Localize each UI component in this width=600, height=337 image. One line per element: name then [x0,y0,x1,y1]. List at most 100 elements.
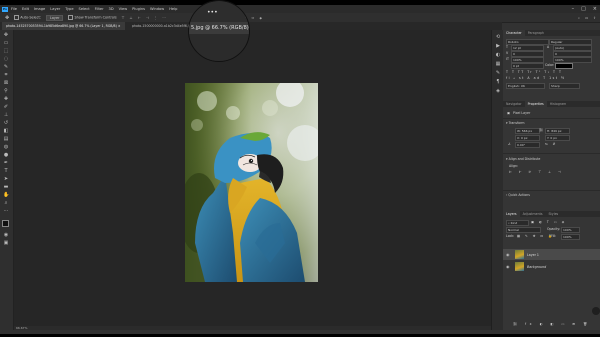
minimize-icon[interactable]: – [572,5,575,13]
crop-tool-icon[interactable]: ⌗ [3,72,9,78]
learn-panel-icon[interactable]: ◈ [495,88,501,94]
maximize-icon[interactable]: □ [581,5,586,13]
link-icon[interactable]: ⛓ [539,128,543,132]
quick-select-tool-icon[interactable]: ✎ [3,64,9,70]
move-tool-icon[interactable]: ✥ [3,32,9,38]
history-brush-tool-icon[interactable]: ↺ [3,120,9,126]
frame-tool-icon[interactable]: ⊠ [3,80,9,86]
menu-file[interactable]: File [11,7,17,11]
lock-icons[interactable]: ▦ ✎ ✥ ⊡ 🔒 [517,234,554,238]
tab-styles[interactable]: Styles [546,211,562,217]
eyedropper-tool-icon[interactable]: ⚲ [3,88,9,94]
stamp-tool-icon[interactable]: ⊥ [3,112,9,118]
artboard-tool-icon[interactable]: ▭ [3,40,9,46]
tab-histogram[interactable]: Histogram [547,101,570,107]
transform-section-header[interactable]: ▾ Transform [506,121,524,125]
align-buttons[interactable]: ⊫ ⊩ ⊪ ⊤ ⊥ ⊣ [509,170,564,174]
zoom-level[interactable]: 66.67% [16,326,27,330]
menu-filter[interactable]: Filter [95,7,104,11]
height-field[interactable]: H: 849 px [545,128,570,134]
more-options-icon[interactable]: ••• [207,9,218,16]
tab-properties[interactable]: Properties [524,101,547,107]
layer-name[interactable]: Layer 1 [527,253,539,257]
antialias-select[interactable]: Sharp [549,83,580,89]
y-field[interactable]: Y: 0 px [545,135,570,141]
eraser-tool-icon[interactable]: ◧ [3,128,9,134]
more-tools-icon[interactable]: ⋯ [3,208,9,214]
language-select[interactable]: English: UK [506,83,545,89]
type-tool-icon[interactable]: T [3,168,9,174]
layers-footer-buttons[interactable]: ⛓ fx ◐ ◧ ▭ ⊞ 🗑 [513,322,591,326]
quick-mask-icon[interactable]: ◉ [3,232,9,238]
quick-actions-header[interactable]: › Quick Actions [506,193,530,197]
tab-layers[interactable]: Layers [503,211,520,217]
lasso-tool-icon[interactable]: ◌ [3,56,9,62]
text-color-swatch[interactable] [555,63,573,69]
menu-3d[interactable]: 3D [109,7,114,11]
glyphs-panel-icon[interactable]: ¶ [495,79,501,85]
menu-type[interactable]: Type [65,7,73,11]
fill-field[interactable]: 100% [561,234,580,240]
zoom-tool-icon[interactable]: ⌕ [3,200,9,206]
baseline-shift-field[interactable]: 0 pt [511,63,544,69]
menu-help[interactable]: Help [169,7,177,11]
marquee-tool-icon[interactable]: ⬚ [3,48,9,54]
auto-select-checkbox[interactable] [14,15,20,20]
x-field[interactable]: X: 0 px [515,135,540,141]
blend-mode-select[interactable]: Normal [506,227,541,233]
screen-mode-icon[interactable]: ▣ [3,240,9,246]
gradient-tool-icon[interactable]: ▤ [3,136,9,142]
auto-select-dropdown[interactable]: Layer [45,14,64,21]
tab-navigator[interactable]: Navigator [503,101,525,107]
layer-name[interactable]: Background [527,265,546,269]
tab-adjustments[interactable]: Adjustments [520,211,546,217]
color-panel-icon[interactable]: ◐ [495,52,501,58]
brush-panel-icon[interactable]: ✎ [495,70,501,76]
menu-edit[interactable]: Edit [22,7,29,11]
tab-paragraph[interactable]: Paragraph [525,30,547,36]
share-icon[interactable]: ⇪ [593,16,596,20]
opentype-buttons[interactable]: fi ℴ st A ad T 1st ½ [506,76,566,80]
shape-tool-icon[interactable]: ▬ [3,184,9,190]
visibility-eye-icon[interactable]: ◉ [506,264,510,269]
menu-image[interactable]: Image [34,7,45,11]
swatches-panel-icon[interactable]: ▦ [495,61,501,67]
angle-field[interactable]: 0.00° [515,142,540,148]
close-icon[interactable]: × [593,5,597,13]
healing-tool-icon[interactable]: ✚ [3,96,9,102]
show-transform-toggle[interactable]: Show Transform Controls [68,15,117,20]
align-icons[interactable]: ⊤ ⊥ ⊢ ⊣ ⋮ ⋯ [122,16,168,20]
document-image[interactable] [185,83,318,282]
layer-row-background[interactable]: ◉ Background [503,261,600,272]
layer-filter-select[interactable]: ⌕ Kind [506,220,529,226]
width-field[interactable]: W: 566 px [515,128,540,134]
move-tool-icon[interactable]: ✥ [5,15,9,21]
brush-tool-icon[interactable]: ✐ [3,104,9,110]
foreground-color-swatch[interactable] [2,220,9,227]
pen-tool-icon[interactable]: ✒ [3,160,9,166]
blur-tool-icon[interactable]: ◍ [3,144,9,150]
text-style-buttons[interactable]: T T TT Tr T¹ T₁ T T [506,70,562,74]
menu-layer[interactable]: Layer [50,7,60,11]
menu-plugins[interactable]: Plugins [132,7,145,11]
tab-document-1[interactable]: photo-1452570053594-1b985d6ea890.jpg @ 6… [2,22,125,30]
visibility-eye-icon[interactable]: ◉ [506,252,510,257]
path-select-tool-icon[interactable]: ➤ [3,176,9,182]
hand-tool-icon[interactable]: ✋ [3,192,9,198]
auto-select-toggle[interactable]: Auto-Select: [14,15,41,20]
dodge-tool-icon[interactable]: ● [3,152,9,158]
menu-view[interactable]: View [119,7,128,11]
menu-select[interactable]: Select [79,7,90,11]
menu-window[interactable]: Window [150,7,164,11]
layer-row-layer-1[interactable]: ◉ Layer 1 [503,249,600,260]
layer-filter-icons[interactable]: ▣ ◐ T ▭ ◈ [531,220,566,224]
flip-buttons[interactable]: ⇋ ⇵ [545,142,557,146]
show-transform-checkbox[interactable] [68,15,74,20]
search-icon[interactable]: ⌕ [578,16,580,20]
actions-panel-icon[interactable]: ▶ [495,43,501,49]
opacity-field[interactable]: 100% [561,227,580,233]
scroll-button[interactable] [592,307,600,315]
history-panel-icon[interactable]: ⟲ [495,34,501,40]
tab-close-icon[interactable]: × [118,24,121,28]
workspace-icon[interactable]: ▭ [585,16,588,20]
